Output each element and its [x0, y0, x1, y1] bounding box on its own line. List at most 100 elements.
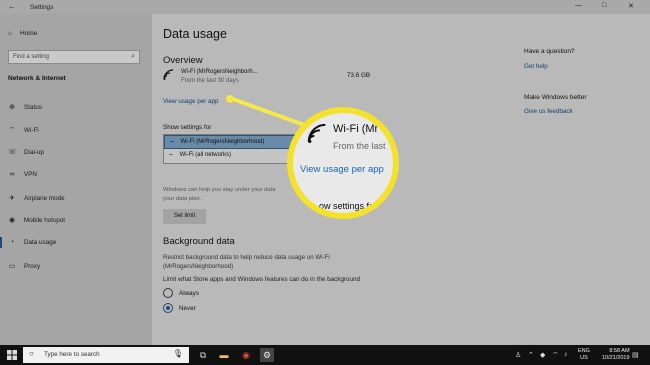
description-line: Restrict background data to help reduce …	[163, 254, 330, 261]
sidebar-item-label: Data usage	[24, 239, 57, 246]
minimize-button[interactable]: —	[575, 2, 582, 9]
magnified-show-settings-label: ow settings fo	[319, 201, 375, 211]
hotspot-icon: ◉	[8, 217, 16, 224]
get-help-link[interactable]: Get help	[524, 63, 548, 70]
settings-window: ← Settings — □ ✕ ⌂ Home Find a setting ⌕…	[0, 0, 650, 345]
chevron-up-icon[interactable]: ⌃	[528, 351, 534, 359]
magnified-view-usage-link[interactable]: View usage per app	[300, 164, 384, 175]
radio-label: Always	[179, 289, 199, 297]
airplane-icon: ✈	[9, 195, 15, 202]
network-overview: Wi-Fi (MrRogersNeighborh... From the las…	[163, 69, 258, 84]
description-line: Windows can help you stay under your dat…	[163, 187, 276, 193]
search-icon: ⌕	[131, 53, 135, 60]
phone-icon: ☏	[8, 149, 17, 156]
notifications-icon[interactable]: ▤	[632, 351, 639, 359]
home-icon: ⌂	[8, 30, 12, 37]
overview-heading: Overview	[163, 55, 203, 66]
wifi-signal-icon	[307, 123, 326, 143]
wifi-icon: ⌔	[168, 154, 174, 160]
clock-date: 10/21/2019	[602, 354, 630, 361]
sidebar-item-mobile-hotspot[interactable]: ◉ Mobile hotspot	[8, 216, 65, 225]
magnified-network-period: From the last	[333, 141, 386, 151]
windows-start-icon[interactable]	[7, 350, 17, 360]
sidebar-item-wifi[interactable]: ⌔ Wi-Fi	[8, 126, 39, 135]
sidebar-item-data-usage[interactable]: ◔ Data usage	[0, 237, 57, 248]
sidebar-item-label: Airplane mode	[24, 194, 65, 202]
network-option-label: Wi-Fi (MrRogersNeighborhood)	[180, 139, 265, 145]
description-line: (MrRogersNeighborhood)	[163, 263, 234, 270]
sidebar-item-label: VPN	[24, 171, 37, 178]
language-indicator[interactable]: ENG US	[578, 348, 590, 361]
wifi-icon[interactable]: ⌔	[552, 351, 559, 360]
section-title: Network & Internet	[8, 75, 66, 82]
taskbar-search-text: Type here to search	[44, 351, 100, 358]
close-button[interactable]: ✕	[628, 2, 634, 10]
home-nav-item[interactable]: ⌂ Home	[8, 30, 37, 37]
search-icon: ○	[29, 349, 34, 358]
region-code: US	[580, 354, 588, 361]
radio-label: Never	[179, 304, 196, 312]
background-description: Restrict background data to help reduce …	[163, 254, 330, 270]
settings-gear-icon[interactable]: ⚙	[260, 348, 274, 362]
feedback-heading: Make Windows better	[524, 94, 587, 101]
background-data-heading: Background data	[163, 236, 235, 247]
file-explorer-icon[interactable]: ▬	[217, 348, 231, 362]
radio-button-selected-icon	[163, 303, 173, 313]
sidebar-item-label: Proxy	[24, 262, 41, 270]
microphone-icon[interactable]: 🎙	[173, 349, 183, 358]
sidebar-item-label: Status	[24, 103, 42, 111]
main-content: Data usage Overview Wi-Fi (MrRogersNeigh…	[152, 14, 650, 345]
network-select-list[interactable]: ⌔ Wi-Fi (MrRogersNeighborhood) ⌔ Wi-Fi (…	[163, 134, 305, 164]
settings-search-input[interactable]: Find a setting ⌕	[8, 50, 140, 64]
clock[interactable]: 8:58 AM 10/21/2019	[602, 348, 630, 361]
dropbox-icon[interactable]: ◆	[540, 351, 545, 359]
usage-amount: 73.6 GB	[347, 72, 371, 79]
data-usage-icon: ◔	[9, 239, 15, 246]
chrome-icon[interactable]: ◉	[239, 348, 253, 362]
people-icon[interactable]: ♙	[515, 351, 521, 359]
taskbar-search-box[interactable]: ○ Type here to search 🎙	[23, 347, 189, 363]
description-line: your data plan.	[163, 196, 202, 202]
page-title: Data usage	[163, 27, 227, 41]
limit-label: Limit what Store apps and Windows featur…	[163, 276, 361, 283]
sidebar-item-label: Dial-up	[24, 148, 44, 156]
taskbar: ○ Type here to search 🎙 ⧉ ▬ ◉ ⚙ ♙ ⌃ ◆ ⌔ …	[0, 345, 650, 365]
vpn-icon: ∞	[9, 171, 15, 178]
globe-icon: ⊕	[9, 104, 15, 111]
radio-button-icon	[163, 288, 173, 298]
radio-never[interactable]: Never	[163, 303, 196, 313]
callout-dot	[226, 95, 234, 103]
proxy-icon: ▭	[8, 263, 16, 270]
network-name: Wi-Fi (MrRogersNeighborh...	[181, 69, 258, 75]
sidebar-item-label: Wi-Fi	[24, 127, 39, 134]
maximize-button[interactable]: □	[602, 2, 606, 9]
magnified-network-name: Wi-Fi (Mr	[333, 123, 379, 135]
show-settings-label: Show settings for	[163, 124, 212, 131]
sidebar-item-proxy[interactable]: ▭ Proxy	[8, 262, 41, 271]
wifi-signal-icon	[163, 69, 174, 80]
network-option[interactable]: ⌔ Wi-Fi (all networks)	[164, 149, 304, 163]
magnifier-callout: Wi-Fi (Mr From the last View usage per a…	[287, 107, 399, 219]
network-option-label: Wi-Fi (all networks)	[179, 152, 231, 158]
sidebar-item-airplane-mode[interactable]: ✈ Airplane mode	[8, 194, 65, 203]
radio-always[interactable]: Always	[163, 288, 199, 298]
wifi-icon: ⌔	[8, 127, 16, 134]
task-view-icon[interactable]: ⧉	[196, 348, 210, 362]
network-period: From the last 30 days	[181, 78, 239, 84]
window-title: Settings	[30, 4, 54, 11]
back-arrow-icon[interactable]: ←	[8, 3, 16, 11]
view-usage-per-app-link[interactable]: View usage per app	[163, 98, 219, 105]
set-limit-button[interactable]: Set limit	[163, 209, 206, 224]
network-option-selected[interactable]: ⌔ Wi-Fi (MrRogersNeighborhood)	[164, 135, 304, 149]
data-limit-description: Windows can help you stay under your dat…	[163, 186, 308, 204]
sidebar-item-label: Mobile hotspot	[24, 216, 65, 224]
give-feedback-link[interactable]: Give us feedback	[524, 108, 573, 115]
sidebar: ⌂ Home Find a setting ⌕ Network & Intern…	[0, 14, 152, 345]
wifi-icon: ⌔	[169, 141, 175, 147]
title-bar: ← Settings — □ ✕	[0, 0, 650, 14]
sidebar-item-vpn[interactable]: ∞ VPN	[8, 171, 37, 178]
sidebar-item-status[interactable]: ⊕ Status	[8, 103, 42, 112]
volume-icon[interactable]: ♪	[564, 351, 568, 358]
sidebar-item-dial-up[interactable]: ☏ Dial-up	[8, 148, 44, 157]
home-label: Home	[19, 30, 38, 37]
